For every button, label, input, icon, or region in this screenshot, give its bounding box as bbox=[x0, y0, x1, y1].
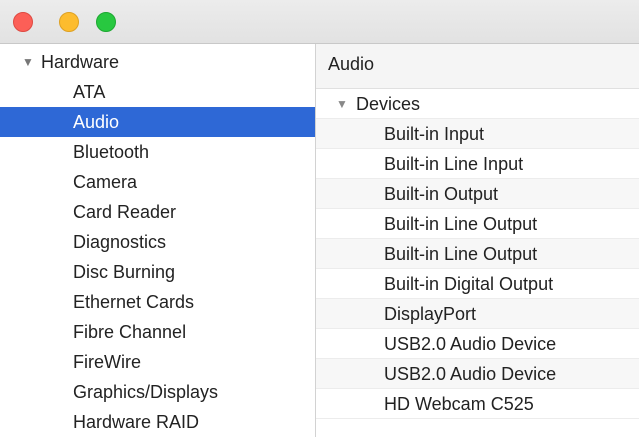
sidebar-item[interactable]: Camera bbox=[0, 167, 315, 197]
device-label: USB2.0 Audio Device bbox=[384, 364, 557, 384]
sidebar: ▼ Hardware ATA Audio Bluetooth Camera Card R… bbox=[0, 44, 316, 437]
sidebar-group-label: Hardware bbox=[41, 52, 120, 72]
sidebar-item-label: FireWire bbox=[73, 352, 141, 372]
device-label: HD Webcam C525 bbox=[384, 394, 534, 414]
device-row[interactable]: HD Webcam C525 bbox=[316, 389, 639, 419]
sidebar-group-hardware[interactable]: ▼ Hardware bbox=[0, 47, 315, 77]
detail-group-label: Devices bbox=[356, 94, 421, 114]
detail-group-devices[interactable]: ▼ Devices bbox=[316, 89, 639, 119]
minimize-button[interactable] bbox=[59, 12, 79, 32]
sidebar-item[interactable]: Hardware RAID bbox=[0, 407, 315, 437]
sidebar-item-label: Fibre Channel bbox=[73, 322, 187, 342]
disclosure-triangle-icon[interactable]: ▼ bbox=[22, 47, 34, 77]
sidebar-item[interactable]: Graphics/Displays bbox=[0, 377, 315, 407]
detail-title: Audio bbox=[328, 54, 375, 74]
device-label: Built-in Line Output bbox=[384, 214, 538, 234]
sidebar-item-label: Audio bbox=[73, 112, 120, 132]
device-row[interactable]: USB2.0 Audio Device bbox=[316, 329, 639, 359]
sidebar-item-label: Card Reader bbox=[73, 202, 177, 222]
sidebar-item[interactable]: Fibre Channel bbox=[0, 317, 315, 347]
sidebar-item-label: Bluetooth bbox=[73, 142, 150, 162]
zoom-button[interactable] bbox=[96, 12, 116, 32]
device-row[interactable]: USB2.0 Audio Device bbox=[316, 359, 639, 389]
sidebar-item[interactable]: Disc Burning bbox=[0, 257, 315, 287]
sidebar-item-label: Graphics/Displays bbox=[73, 382, 219, 402]
sidebar-item[interactable]: Audio bbox=[0, 107, 315, 137]
device-label: Built-in Digital Output bbox=[384, 274, 554, 294]
sidebar-item-label: Camera bbox=[73, 172, 138, 192]
sidebar-item[interactable]: Card Reader bbox=[0, 197, 315, 227]
device-label: Built-in Line Input bbox=[384, 154, 524, 174]
sidebar-item[interactable]: Bluetooth bbox=[0, 137, 315, 167]
device-row[interactable]: Built-in Digital Output bbox=[316, 269, 639, 299]
sidebar-item[interactable]: Diagnostics bbox=[0, 227, 315, 257]
device-row[interactable]: Built-in Input bbox=[316, 119, 639, 149]
device-label: Built-in Input bbox=[384, 124, 485, 144]
sidebar-item-label: Hardware RAID bbox=[73, 412, 200, 432]
sidebar-item-label: Disc Burning bbox=[73, 262, 176, 282]
device-row[interactable]: Built-in Output bbox=[316, 179, 639, 209]
sidebar-item-label: Diagnostics bbox=[73, 232, 167, 252]
sidebar-item[interactable]: FireWire bbox=[0, 347, 315, 377]
device-row[interactable]: Built-in Line Input bbox=[316, 149, 639, 179]
sidebar-item-label: Ethernet Cards bbox=[73, 292, 195, 312]
sidebar-item[interactable]: Ethernet Cards bbox=[0, 287, 315, 317]
device-row[interactable]: DisplayPort bbox=[316, 299, 639, 329]
device-label: DisplayPort bbox=[384, 304, 477, 324]
device-label: Built-in Output bbox=[384, 184, 499, 204]
close-button[interactable] bbox=[13, 12, 33, 32]
sidebar-item[interactable]: ATA bbox=[0, 77, 315, 107]
device-row[interactable]: Built-in Line Output bbox=[316, 209, 639, 239]
system-information-window: ▼ Hardware ATA Audio Bluetooth Camera Card R… bbox=[0, 0, 639, 437]
device-label: Built-in Line Output bbox=[384, 244, 538, 264]
detail-header: Audio bbox=[316, 44, 639, 89]
detail-pane: Audio ▼ Devices Built-in Input Built-in L… bbox=[316, 44, 639, 437]
disclosure-triangle-icon[interactable]: ▼ bbox=[336, 89, 348, 119]
title-bar bbox=[0, 0, 639, 44]
device-label: USB2.0 Audio Device bbox=[384, 334, 557, 354]
device-row[interactable]: Built-in Line Output bbox=[316, 239, 639, 269]
sidebar-item-label: ATA bbox=[73, 82, 106, 102]
